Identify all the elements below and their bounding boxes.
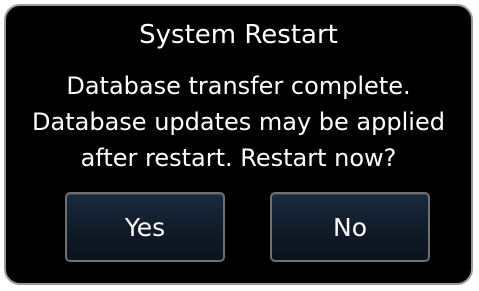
system-restart-dialog: System Restart Database transfer complet… <box>4 4 473 285</box>
yes-button[interactable]: Yes <box>65 192 225 262</box>
dialog-message: Database transfer complete. Database upd… <box>6 68 471 176</box>
no-button[interactable]: No <box>270 192 430 262</box>
message-line: Database updates may be applied <box>32 108 445 136</box>
message-line: after restart. Restart now? <box>80 144 397 172</box>
message-line: Database transfer complete. <box>66 72 411 100</box>
dialog-title: System Restart <box>139 20 338 50</box>
